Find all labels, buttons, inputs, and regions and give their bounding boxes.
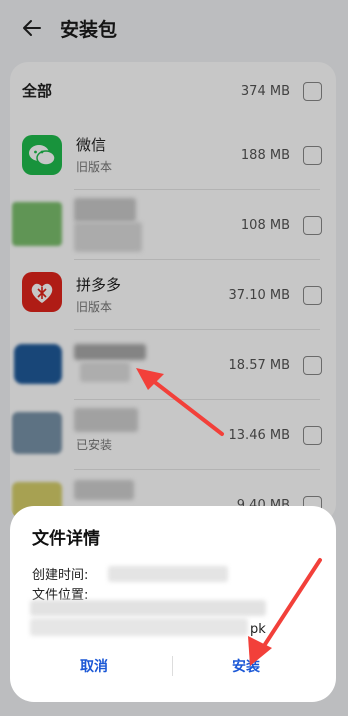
- install-button[interactable]: 安装: [232, 656, 260, 676]
- cancel-button[interactable]: 取消: [80, 656, 108, 676]
- blurred-created-time: [108, 566, 228, 582]
- app-screen: 安装包 全部 374 MB 微信 旧版本 188 MB 108 MB 拼多多 旧…: [0, 0, 348, 716]
- button-divider: [172, 656, 173, 676]
- blurred-file-path-line2: [30, 618, 248, 636]
- file-path-suffix: pk: [250, 622, 266, 637]
- dialog-title: 文件详情: [32, 529, 100, 549]
- file-details-dialog: 文件详情 创建时间: 文件位置: pk 取消 安装: [10, 506, 336, 702]
- blurred-file-path-line1: [30, 600, 266, 616]
- created-time-label: 创建时间:: [32, 568, 89, 583]
